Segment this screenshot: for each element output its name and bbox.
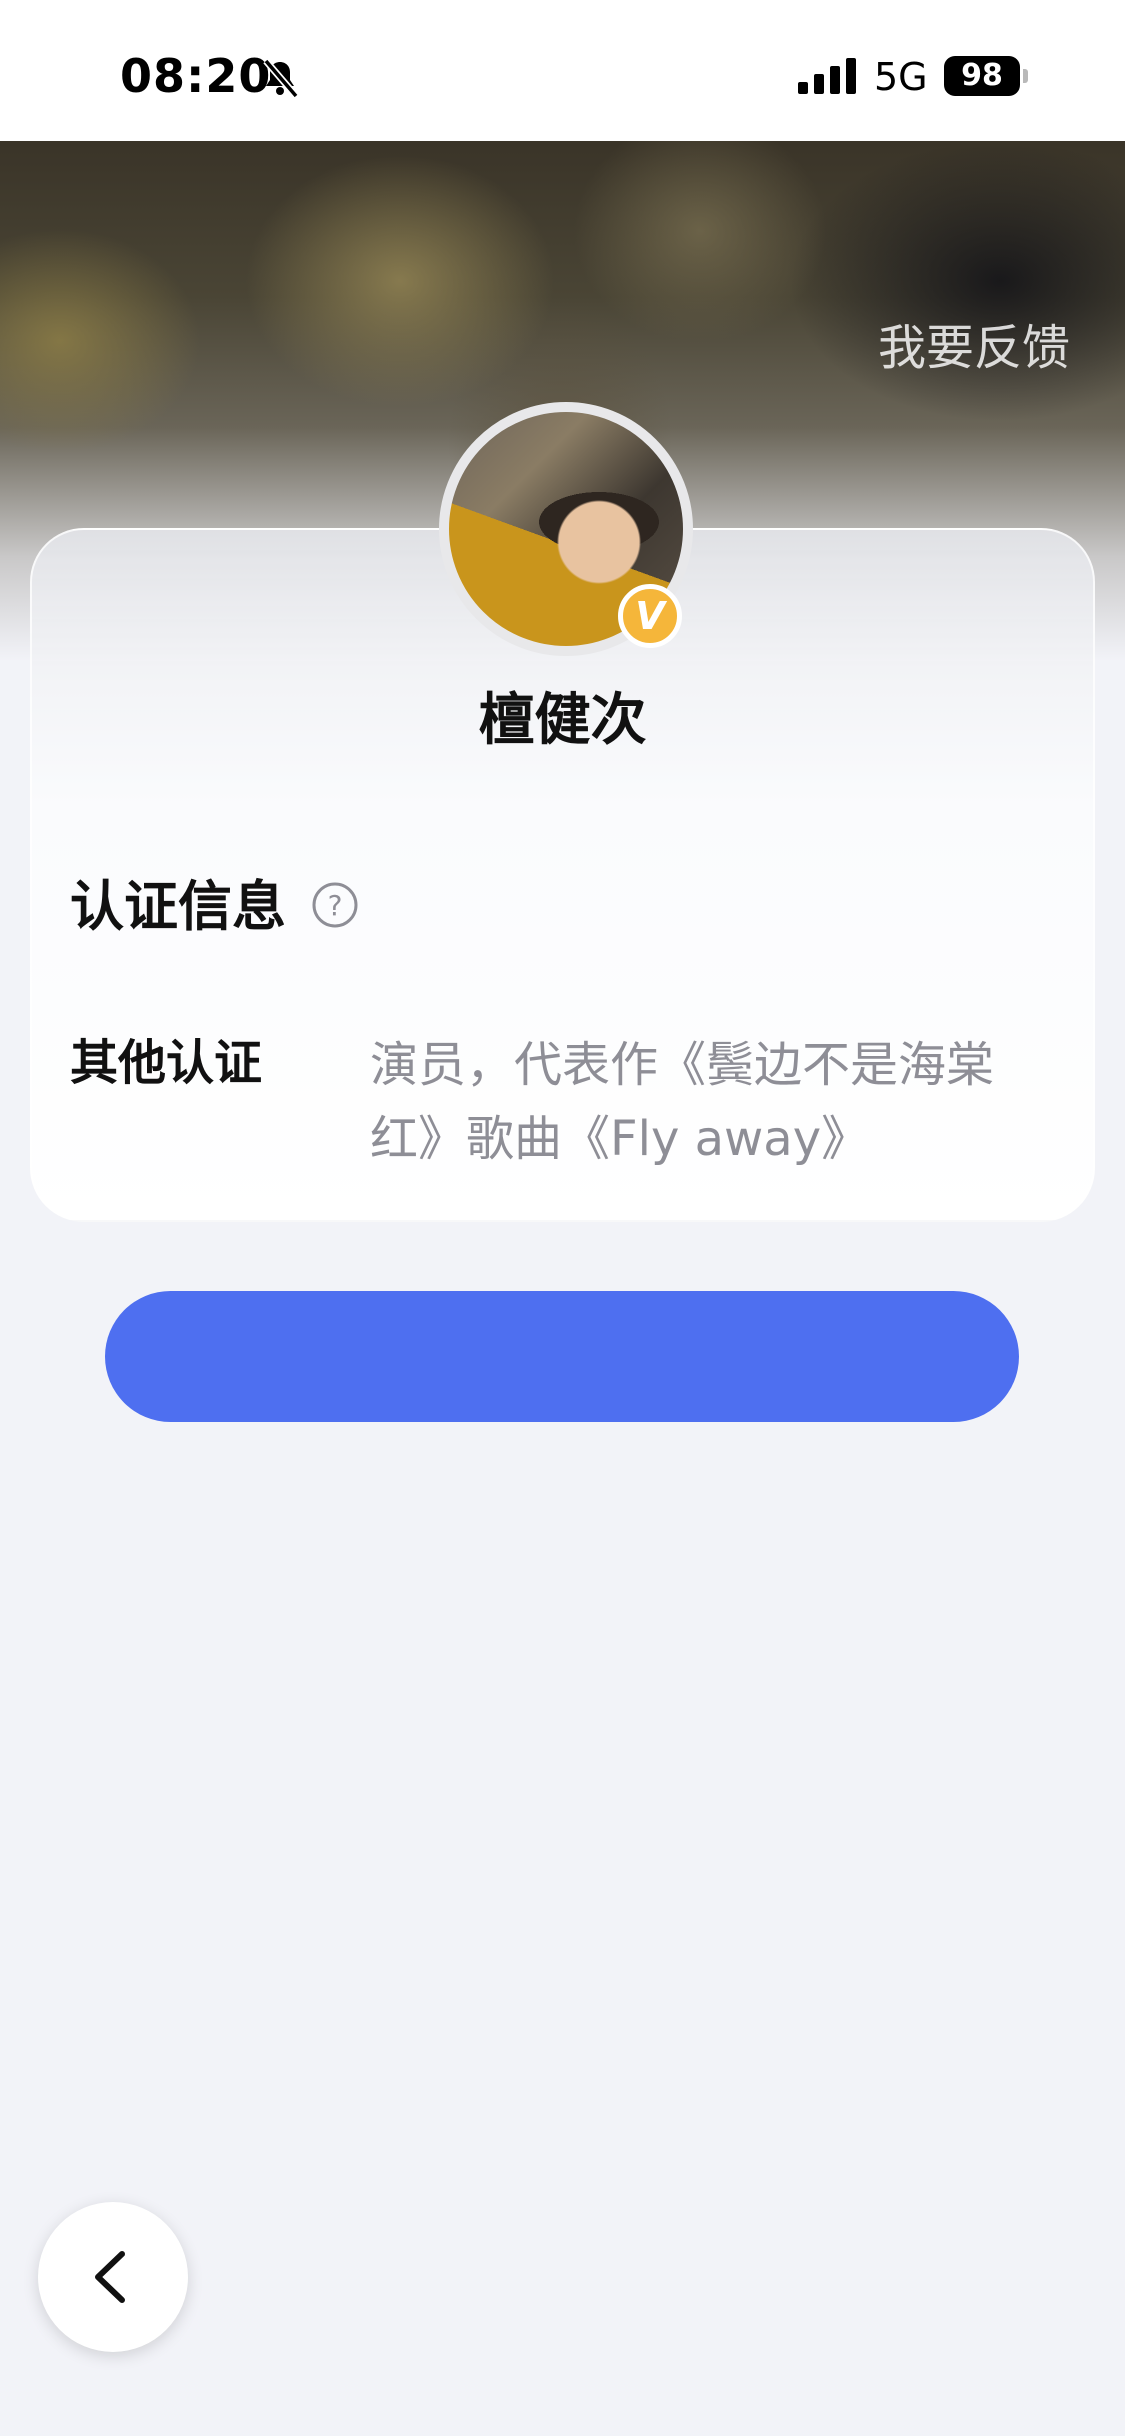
verified-badge: V [618,584,682,648]
battery-tip [1023,69,1028,83]
svg-text:?: ? [328,889,343,922]
battery-indicator: 98 [944,56,1020,96]
network-type: 5G [874,55,928,99]
signal-icon [798,58,856,94]
status-time: 08:20 [120,49,272,103]
primary-action-button[interactable] [105,1291,1019,1422]
feedback-link[interactable]: 我要反馈 [878,318,1070,378]
certification-row-label: 其他认证 [70,1035,263,1091]
question-circle-icon[interactable]: ? [310,880,360,930]
certification-page: 08:20 5G 98 我要反馈 V 檀健次 认证信息 ? 其他认证 演员，代表… [0,0,1125,2436]
bell-slash-icon [263,58,299,99]
section-title: 认证信息 [70,875,286,938]
certification-row-value: 演员，代表作《鬓边不是海棠红》歌曲《Fly away》 [370,1037,995,1167]
chevron-left-icon [95,2251,125,2303]
profile-name: 檀健次 [478,688,647,753]
status-bar: 08:20 5G 98 [0,0,1125,141]
back-button[interactable] [38,2202,188,2352]
